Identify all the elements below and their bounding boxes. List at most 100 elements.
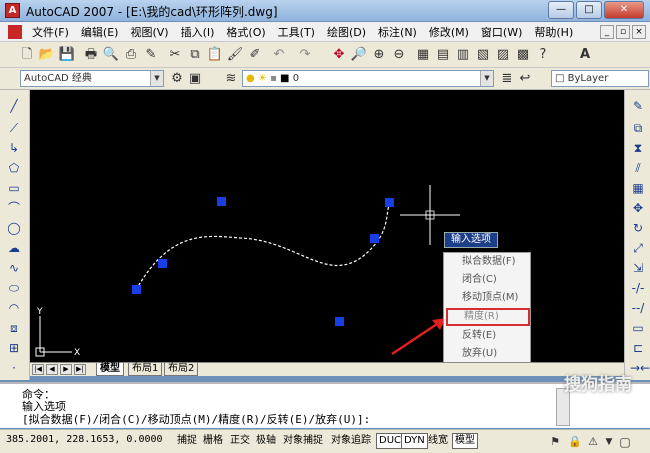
paste-icon[interactable]: 📋 xyxy=(206,46,224,64)
trim-icon[interactable]: -/- xyxy=(630,280,646,296)
pan-icon[interactable]: ✥ xyxy=(330,46,348,64)
prev-tab-icon[interactable]: ◀ xyxy=(46,364,58,375)
construction-line-icon[interactable]: ⟋ xyxy=(6,120,22,136)
menu-view[interactable]: 视图(V) xyxy=(124,24,174,40)
break-icon[interactable]: ▭ xyxy=(630,320,646,336)
linetype-select[interactable]: □ ByLayer xyxy=(551,70,649,87)
tab-layout2[interactable]: 布局2 xyxy=(164,363,199,376)
menu-item-refine[interactable]: 精度(R) xyxy=(446,308,530,326)
calculator-icon[interactable]: ▩ xyxy=(514,46,532,64)
clean-screen-icon[interactable]: ▢ xyxy=(616,433,634,451)
toggle-snap[interactable]: 捕捉 xyxy=(174,433,200,449)
menu-draw[interactable]: 绘图(D) xyxy=(321,24,372,40)
make-current-layer-icon[interactable]: ≣ xyxy=(498,70,516,88)
erase-icon[interactable]: ✎ xyxy=(630,98,646,114)
minimize-button[interactable]: — xyxy=(548,1,574,19)
doc-minimize-button[interactable]: _ xyxy=(600,25,614,39)
zoom-previous-icon[interactable]: ⊖ xyxy=(390,46,408,64)
tab-layout1[interactable]: 布局1 xyxy=(128,363,163,376)
block-editor-icon[interactable]: ✐ xyxy=(246,46,264,64)
save-icon[interactable]: 💾 xyxy=(58,46,76,64)
make-block-icon[interactable]: ⊞ xyxy=(6,340,22,356)
menu-item-fit-data[interactable]: 拟合数据(F) xyxy=(444,253,530,271)
ellipse-icon[interactable]: ⬭ xyxy=(6,280,22,296)
tab-model[interactable]: 模型 xyxy=(96,363,124,376)
tool-palettes-icon[interactable]: ▥ xyxy=(454,46,472,64)
offset-icon[interactable]: ⫽ xyxy=(630,160,646,176)
layer-previous-icon[interactable]: ↩ xyxy=(516,70,534,88)
plot-icon[interactable]: ✎ xyxy=(142,46,160,64)
communication-center-icon[interactable]: ⚑ xyxy=(546,433,564,451)
insert-block-icon[interactable]: ⧈ xyxy=(6,320,22,336)
toggle-otrack[interactable]: 对象追踪 xyxy=(328,433,374,449)
undo-icon[interactable]: ↶ xyxy=(270,46,288,64)
open-icon[interactable]: 📂 xyxy=(38,46,56,64)
lock-toolbar-icon[interactable]: 🔒 xyxy=(566,433,584,451)
menu-edit[interactable]: 编辑(E) xyxy=(75,24,125,40)
point-icon[interactable]: · xyxy=(6,360,22,376)
doc-restore-button[interactable]: ▫ xyxy=(616,25,630,39)
polygon-icon[interactable]: ⬠ xyxy=(6,160,22,176)
publish-icon[interactable]: ⎙ xyxy=(122,46,140,64)
menu-file[interactable]: 文件(F) xyxy=(26,24,75,40)
array-icon[interactable]: ▦ xyxy=(630,180,646,196)
rectangle-icon[interactable]: ▭ xyxy=(6,180,22,196)
menu-item-move-vertex[interactable]: 移动顶点(M) xyxy=(444,289,530,307)
toggle-dyn[interactable]: DYN xyxy=(401,433,428,449)
workspace-settings-icon[interactable]: ⚙ xyxy=(168,70,186,88)
revision-cloud-icon[interactable]: ☁ xyxy=(6,240,22,256)
menu-item-close[interactable]: 闭合(C) xyxy=(444,271,530,289)
toggle-grid[interactable]: 栅格 xyxy=(200,433,226,449)
toggle-polar[interactable]: 极轴 xyxy=(253,433,279,449)
help-icon[interactable]: ? xyxy=(534,46,552,64)
join-icon[interactable]: ⊏ xyxy=(630,340,646,356)
print-icon[interactable]: 🖶 xyxy=(82,46,100,64)
extend-icon[interactable]: --/ xyxy=(630,300,646,316)
menu-item-reverse[interactable]: 反转(E) xyxy=(444,327,530,345)
copy-icon[interactable]: ⧉ xyxy=(186,46,204,64)
chamfer-icon[interactable]: →← xyxy=(630,360,650,376)
document-icon[interactable] xyxy=(8,24,22,39)
move-icon[interactable]: ✥ xyxy=(630,200,646,216)
close-button[interactable]: ✕ xyxy=(604,1,644,19)
toggle-model[interactable]: 模型 xyxy=(452,433,478,449)
scale-icon[interactable]: ⤢ xyxy=(630,240,646,256)
match-properties-icon[interactable]: 🖌 xyxy=(226,46,244,64)
doc-close-button[interactable]: × xyxy=(632,25,646,39)
line-icon[interactable]: ╱ xyxy=(6,98,22,114)
workspace-select[interactable]: AutoCAD 经典 ▼ xyxy=(20,70,164,87)
preview-icon[interactable]: 🔍 xyxy=(102,46,120,64)
menu-dimension[interactable]: 标注(N) xyxy=(372,24,423,40)
layer-manager-icon[interactable]: ≋ xyxy=(222,70,240,88)
stretch-icon[interactable]: ⇲ xyxy=(630,260,646,276)
menu-tools[interactable]: 工具(T) xyxy=(272,24,321,40)
toggle-osnap[interactable]: 对象捕捉 xyxy=(280,433,326,449)
maximize-button[interactable]: □ xyxy=(576,1,602,19)
autocad-app-icon[interactable]: A xyxy=(5,3,20,18)
circle-icon[interactable]: ◯ xyxy=(6,220,22,236)
arc-icon[interactable]: ⌒ xyxy=(6,200,22,216)
spline-icon[interactable]: ∿ xyxy=(6,260,22,276)
polyline-icon[interactable]: ↳ xyxy=(6,140,22,156)
next-tab-icon[interactable]: ▶ xyxy=(60,364,72,375)
text-style-icon[interactable]: A xyxy=(576,46,594,64)
layer-select[interactable]: ● ☀ ▪ ■ 0 ▼ xyxy=(242,70,494,87)
command-window[interactable]: 命令： 输入选项 [拟合数据(F)/闭合(C)/移动顶点(M)/精度(R)/反转… xyxy=(0,382,650,428)
menu-format[interactable]: 格式(O) xyxy=(220,24,271,40)
ellipse-arc-icon[interactable]: ◠ xyxy=(6,300,22,316)
menu-insert[interactable]: 插入(I) xyxy=(175,24,221,40)
drawing-area[interactable]: Y X xyxy=(30,90,624,362)
properties-icon[interactable]: ▦ xyxy=(414,46,432,64)
menu-window[interactable]: 窗口(W) xyxy=(475,24,528,40)
new-icon[interactable]: 🗋 xyxy=(18,46,36,64)
redo-icon[interactable]: ↷ xyxy=(296,46,314,64)
toggle-ortho[interactable]: 正交 xyxy=(227,433,253,449)
workspace-save-icon[interactable]: ▣ xyxy=(186,70,204,88)
menu-help[interactable]: 帮助(H) xyxy=(528,24,579,40)
rotate-icon[interactable]: ↻ xyxy=(630,220,646,236)
cut-icon[interactable]: ✂ xyxy=(166,46,184,64)
sheet-set-icon[interactable]: ▧ xyxy=(474,46,492,64)
first-tab-icon[interactable]: |◀ xyxy=(32,364,44,375)
copy-object-icon[interactable]: ⧉ xyxy=(630,120,646,136)
menu-modify[interactable]: 修改(M) xyxy=(423,24,475,40)
